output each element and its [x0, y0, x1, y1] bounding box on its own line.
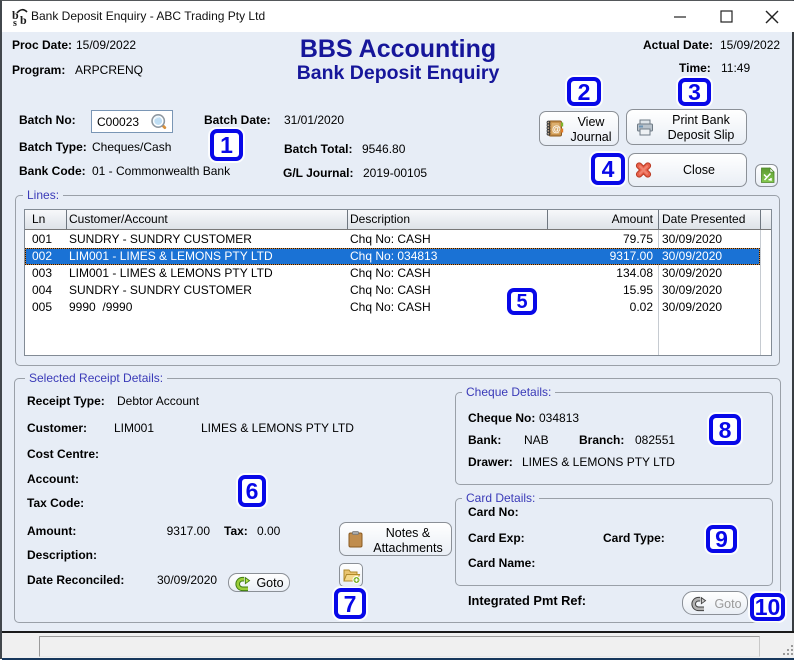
svg-text:@: @: [552, 124, 561, 134]
svg-text:s: s: [13, 18, 17, 27]
svg-text:b: b: [20, 13, 27, 27]
